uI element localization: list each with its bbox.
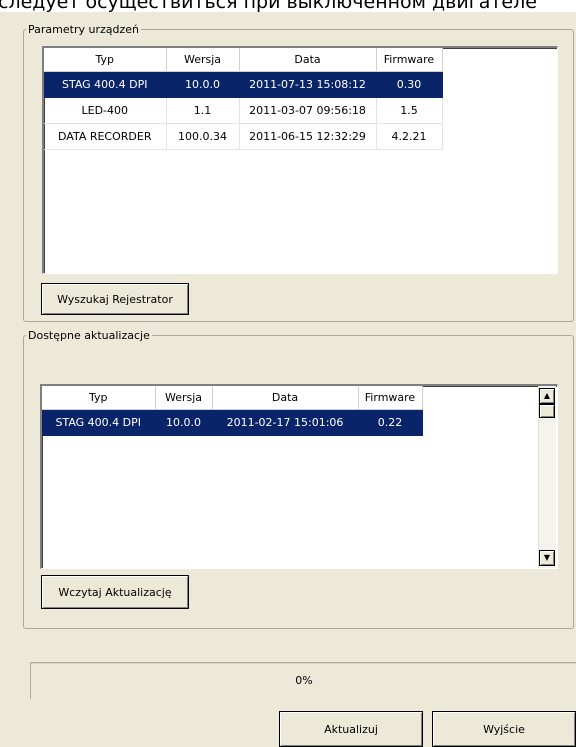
device-row[interactable]: STAG 400.4 DPI 10.0.0 2011-07-13 15:08:1… (44, 71, 443, 98)
update-row[interactable]: STAG 400.4 DPI 10.0.0 2011-02-17 15:01:0… (42, 409, 423, 436)
column-header-data[interactable]: Data (239, 48, 377, 72)
device-typ: DATA RECORDER (44, 123, 167, 150)
search-recorder-button[interactable]: Wyszukaj Rejestrator (41, 283, 189, 315)
device-wersja: 10.0.0 (166, 71, 240, 98)
update-progress-bar: 0% (30, 662, 576, 699)
device-params-table: Typ Wersja Data Firmware STAG 400.4 DPI … (44, 48, 443, 150)
device-row[interactable]: DATA RECORDER 100.0.34 2011-06-15 12:32:… (44, 123, 443, 150)
device-firmware: 0.30 (376, 71, 443, 98)
updates-title: Dostępne aktualizacje (28, 329, 150, 342)
column-header-data[interactable]: Data (212, 386, 359, 410)
column-header-typ[interactable]: Typ (42, 386, 156, 410)
updates-scrollbar[interactable]: ▲ ▼ (538, 386, 556, 568)
device-firmware: 4.2.21 (376, 123, 443, 150)
load-update-button[interactable]: Wczytaj Aktualizację (41, 575, 189, 609)
device-firmware: 1.5 (376, 97, 443, 124)
device-params-header-row: Typ Wersja Data Firmware (44, 48, 443, 72)
scroll-up-arrow-icon[interactable]: ▲ (539, 388, 555, 404)
updates-header-row: Typ Wersja Data Firmware (42, 386, 423, 410)
device-typ: STAG 400.4 DPI (44, 71, 167, 98)
device-data: 2011-03-07 09:56:18 (239, 97, 377, 124)
column-header-firmware[interactable]: Firmware (376, 48, 443, 72)
update-typ: STAG 400.4 DPI (42, 409, 156, 436)
device-data: 2011-06-15 12:32:29 (239, 123, 377, 150)
window-caption: следует осуществиться при выключенном дв… (0, 0, 576, 12)
device-wersja: 100.0.34 (166, 123, 240, 150)
device-row[interactable]: LED-400 1.1 2011-03-07 09:56:18 1.5 (44, 97, 443, 124)
device-params-list[interactable]: Typ Wersja Data Firmware STAG 400.4 DPI … (42, 46, 558, 274)
device-params-title: Parametry urządzeń (28, 23, 139, 36)
updates-list[interactable]: Typ Wersja Data Firmware STAG 400.4 DPI … (40, 384, 558, 569)
device-wersja: 1.1 (166, 97, 240, 124)
update-firmware: 0.22 (358, 409, 423, 436)
device-typ: LED-400 (44, 97, 167, 124)
update-data: 2011-02-17 15:01:06 (212, 409, 359, 436)
scroll-down-arrow-icon[interactable]: ▼ (539, 550, 555, 566)
device-data: 2011-07-13 15:08:12 (239, 71, 377, 98)
progress-label: 0% (295, 674, 313, 687)
column-header-wersja[interactable]: Wersja (166, 48, 240, 72)
column-header-firmware[interactable]: Firmware (358, 386, 423, 410)
column-header-typ[interactable]: Typ (44, 48, 167, 72)
column-header-wersja[interactable]: Wersja (155, 386, 213, 410)
scrollbar-thumb[interactable] (539, 404, 555, 418)
update-button[interactable]: Aktualizuj (279, 711, 423, 747)
exit-button[interactable]: Wyjście (432, 711, 576, 747)
update-wersja: 10.0.0 (155, 409, 213, 436)
updates-table: Typ Wersja Data Firmware STAG 400.4 DPI … (42, 386, 423, 436)
